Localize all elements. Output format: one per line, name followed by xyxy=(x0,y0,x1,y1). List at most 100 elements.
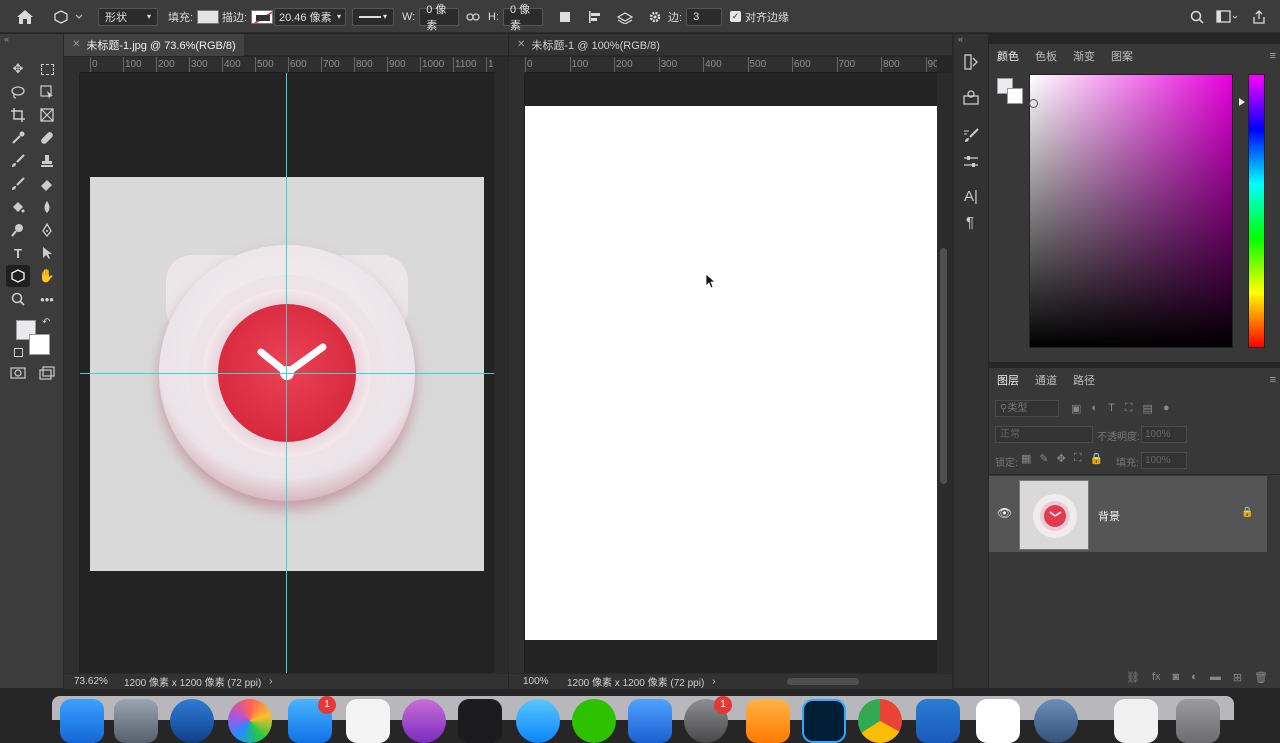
shape-filter-icon[interactable]: ⛶ xyxy=(1125,402,1133,415)
xcode-app-icon[interactable] xyxy=(628,699,672,743)
close-icon[interactable]: ✕ xyxy=(72,39,80,50)
history-brush-tool-icon[interactable] xyxy=(6,173,30,195)
sides-field[interactable]: 3 xyxy=(686,7,723,26)
type-filter-icon[interactable]: T xyxy=(1108,402,1115,415)
character-panel-icon[interactable]: A| xyxy=(964,188,978,205)
more-tools-icon[interactable]: ••• xyxy=(35,288,59,310)
document-stack-icon[interactable] xyxy=(1114,699,1158,743)
marquee-tool-icon[interactable] xyxy=(35,58,59,80)
stroke-type-select[interactable]: ▾ xyxy=(352,7,394,26)
contacts-app-icon[interactable] xyxy=(976,699,1020,743)
layer-name[interactable]: 背景 xyxy=(1098,508,1120,524)
doc2-canvas[interactable] xyxy=(525,106,937,640)
gear-icon[interactable] xyxy=(648,0,662,33)
doc2-vertical-ruler[interactable] xyxy=(509,73,525,673)
eraser-tool-icon[interactable] xyxy=(35,173,59,195)
tab-layers[interactable]: 图层 xyxy=(989,372,1027,388)
safari-app-icon[interactable] xyxy=(516,699,560,743)
adjustment-layer-icon[interactable]: ◐ xyxy=(1191,671,1198,683)
lock-all-icon[interactable]: 🔒 xyxy=(1090,452,1104,465)
doc2-horizontal-scroll-thumb[interactable] xyxy=(787,678,859,685)
delete-layer-icon[interactable]: 🗑 xyxy=(1254,671,1268,684)
system-preferences-icon[interactable]: 1 xyxy=(684,696,732,743)
clone-stamp-tool-icon[interactable] xyxy=(35,150,59,172)
lock-artboard-icon[interactable]: ⛶ xyxy=(1074,452,1082,465)
tool-mode-select[interactable]: 形状 ▾ xyxy=(98,7,158,26)
ruler-origin[interactable] xyxy=(64,57,80,73)
layer-row-background[interactable]: 👁 背景 🔒 xyxy=(989,476,1267,552)
object-select-tool-icon[interactable] xyxy=(35,81,59,103)
close-icon[interactable]: ✕ xyxy=(517,39,525,50)
color-picker-handle[interactable] xyxy=(1029,99,1038,108)
filter-toggle-icon[interactable]: ● xyxy=(1163,402,1170,415)
libraries-panel-icon[interactable] xyxy=(963,90,979,109)
default-colors-icon[interactable] xyxy=(14,348,23,357)
music-app-icon[interactable] xyxy=(346,699,390,743)
polygon-tool-icon[interactable] xyxy=(6,265,30,287)
link-layers-icon[interactable]: ⛓ xyxy=(1126,671,1140,684)
search-icon[interactable] xyxy=(1190,0,1204,33)
stroke-width-field[interactable]: 20.46 像素 ▾ xyxy=(274,7,346,26)
color-panel-background-swatch[interactable] xyxy=(1007,88,1023,104)
stroke-swatch[interactable] xyxy=(251,9,274,24)
doc2-vertical-scrollbar[interactable] xyxy=(937,73,952,673)
horizontal-guide[interactable] xyxy=(80,373,494,374)
tab-channels[interactable]: 通道 xyxy=(1027,372,1065,388)
new-group-icon[interactable]: ▬ xyxy=(1210,671,1221,683)
brush-tool-icon[interactable] xyxy=(6,150,30,172)
doc2-canvas-area[interactable] xyxy=(525,73,937,673)
opacity-field[interactable]: 100% xyxy=(1141,426,1187,443)
photos-app-icon[interactable] xyxy=(228,699,272,743)
trash-icon[interactable] xyxy=(1176,699,1220,743)
blur-tool-icon[interactable] xyxy=(35,196,59,218)
eyedropper-tool-icon[interactable] xyxy=(6,127,30,149)
type-tool-icon[interactable]: T xyxy=(6,242,30,264)
panel-menu-icon[interactable]: ≡ xyxy=(1270,50,1276,62)
podcasts-app-icon[interactable] xyxy=(402,699,446,743)
background-color-swatch[interactable] xyxy=(29,334,50,355)
app-store-icon[interactable]: 1 xyxy=(288,696,336,743)
ruler-origin[interactable] xyxy=(509,57,525,73)
pen-tool-icon[interactable] xyxy=(35,219,59,241)
workspace-icon[interactable] xyxy=(1216,0,1238,33)
hue-slider[interactable] xyxy=(1248,74,1265,348)
quick-mask-icon[interactable] xyxy=(6,362,30,384)
collapse-chevron-icon[interactable]: « xyxy=(4,34,9,44)
wechat-app-icon[interactable] xyxy=(572,699,616,743)
saturation-brightness-field[interactable] xyxy=(1029,74,1233,348)
apple-tv-app-icon[interactable] xyxy=(458,699,502,743)
fill-swatch[interactable] xyxy=(197,9,220,24)
doc2-horizontal-ruler[interactable]: 0 100 200 300 400 500 600 700 800 90 xyxy=(525,57,937,73)
blend-mode-select[interactable]: 正常 xyxy=(995,426,1093,443)
path-selection-tool-icon[interactable] xyxy=(35,242,59,264)
link-icon[interactable] xyxy=(466,0,480,33)
eye-visibility-icon[interactable]: 👁 xyxy=(997,506,1012,520)
adjustment-filter-icon[interactable]: ◐ xyxy=(1091,402,1098,415)
path-arrangement-icon[interactable] xyxy=(616,0,634,33)
finder-app-icon[interactable] xyxy=(60,699,104,743)
tab-gradients[interactable]: 渐变 xyxy=(1065,48,1103,64)
chevron-right-icon[interactable]: › xyxy=(269,676,272,687)
adjustments-panel-icon[interactable] xyxy=(963,154,979,173)
panel-menu-icon[interactable]: ≡ xyxy=(1270,374,1276,386)
share-icon[interactable] xyxy=(1252,0,1266,33)
tab-paths[interactable]: 路径 xyxy=(1065,372,1103,388)
doc2-zoom-value[interactable]: 100% xyxy=(523,676,563,687)
doc1-scroll-track[interactable] xyxy=(494,57,508,673)
zoom-tool-icon[interactable] xyxy=(6,288,30,310)
screen-mode-icon[interactable] xyxy=(35,362,59,384)
paragraph-panel-icon[interactable]: ¶ xyxy=(966,214,974,231)
doc2-tab[interactable]: ✕ 未标题-1 @ 100%(RGB/8) xyxy=(509,34,668,56)
tab-patterns[interactable]: 图案 xyxy=(1103,48,1141,64)
pixel-filter-icon[interactable]: ▣ xyxy=(1071,402,1081,415)
edge-app-icon[interactable] xyxy=(170,699,214,743)
hue-slider-handle[interactable] xyxy=(1239,98,1245,106)
width-field[interactable]: 0 像素 xyxy=(419,4,460,32)
doc1-canvas[interactable] xyxy=(90,177,484,571)
layer-style-icon[interactable]: fx xyxy=(1152,671,1161,683)
new-layer-icon[interactable]: ⊞ xyxy=(1233,671,1242,684)
lock-position-icon[interactable]: ✥ xyxy=(1057,452,1066,465)
path-operations-icon[interactable] xyxy=(560,0,570,33)
fill-field[interactable]: 100% xyxy=(1141,452,1187,469)
align-edges-checkbox[interactable]: ✓ 对齐边缘 xyxy=(730,0,789,33)
